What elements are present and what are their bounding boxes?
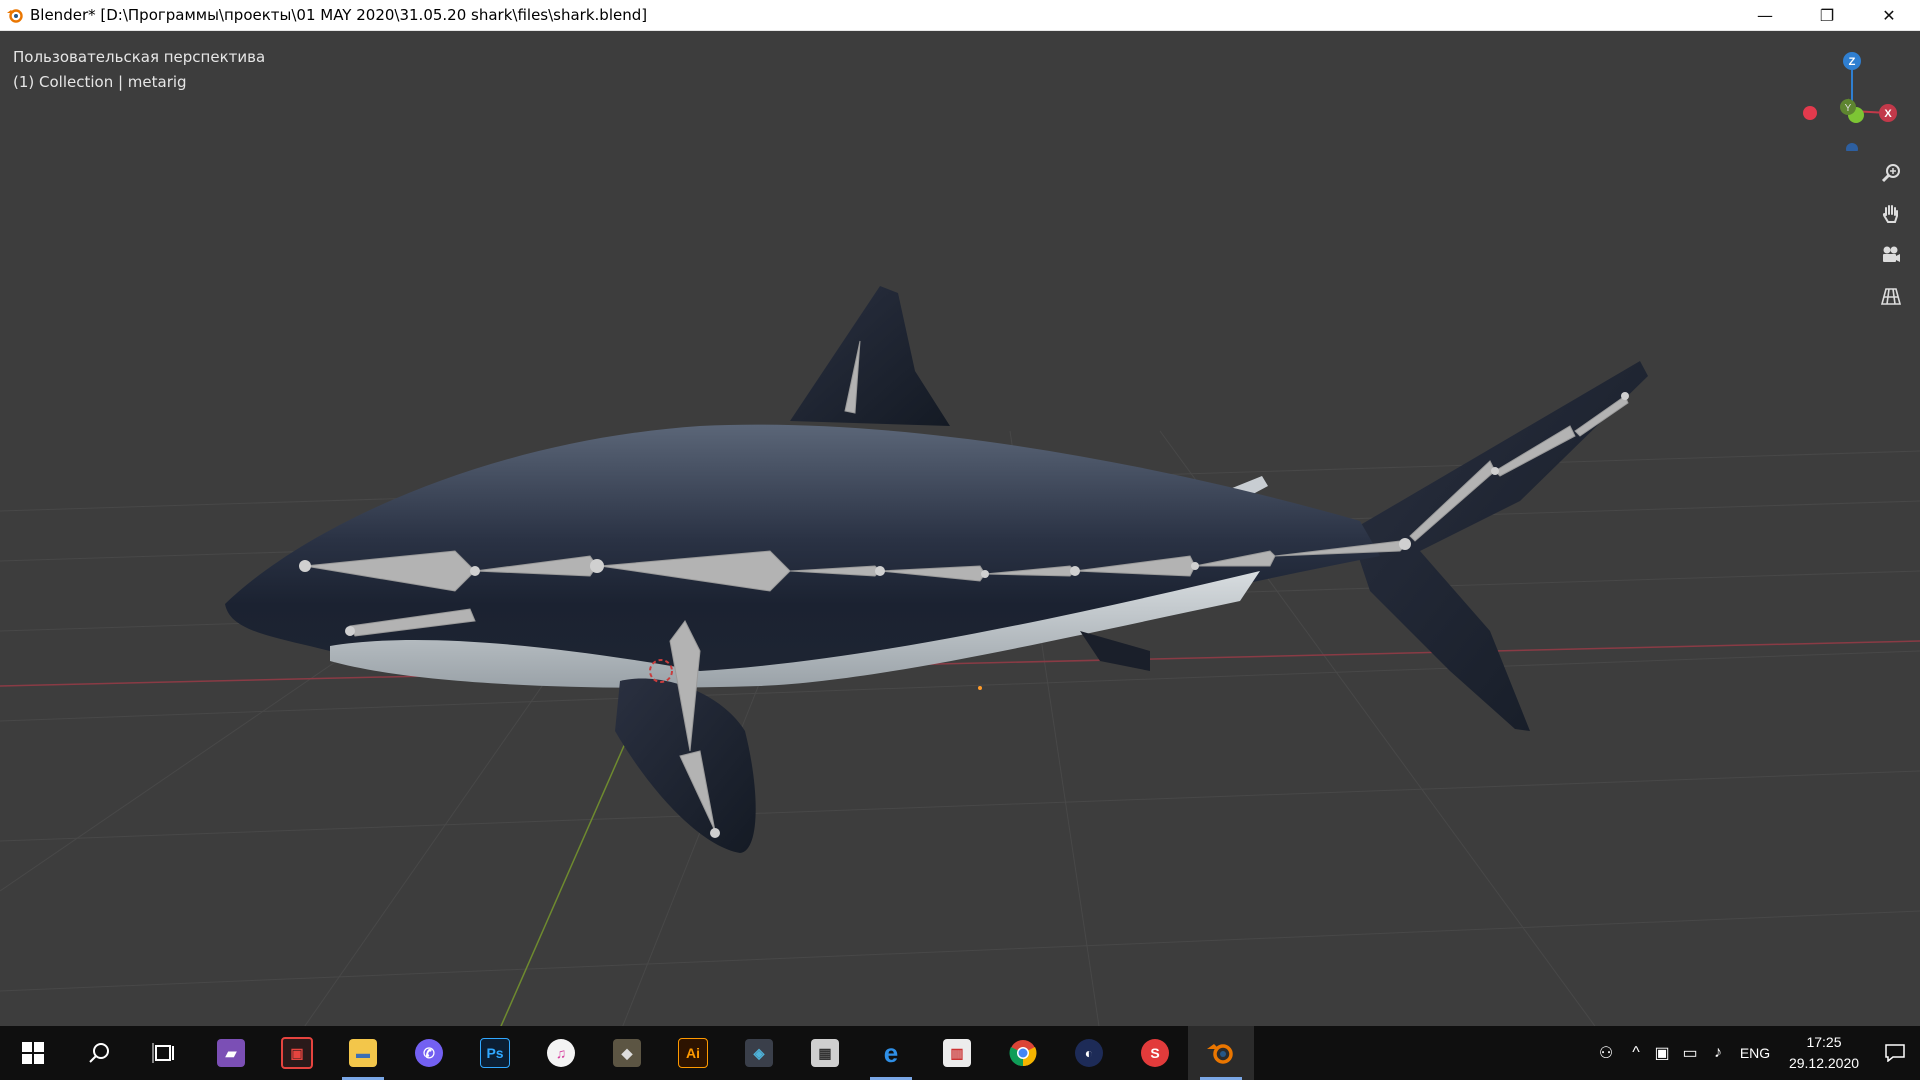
taskbar-layers-app[interactable]: ◈ [726, 1026, 792, 1080]
security-icon[interactable]: ▣ [1648, 1043, 1676, 1063]
taskbar-chrome[interactable] [990, 1026, 1056, 1080]
search-icon [89, 1043, 109, 1063]
task-view-button[interactable] [132, 1026, 198, 1080]
taskbar-blender[interactable] [1188, 1026, 1254, 1080]
svg-text:X: X [1884, 108, 1892, 120]
app-icon: ▣ [281, 1037, 313, 1069]
language-indicator[interactable]: ENG [1732, 1045, 1778, 1061]
taskbar-app-3[interactable]: ▦ [792, 1026, 858, 1080]
clock-date: 29.12.2020 [1788, 1055, 1860, 1071]
collection-info-label: (1) Collection | metarig [13, 73, 187, 91]
taskbar-app-1[interactable]: ▰ [198, 1026, 264, 1080]
people-icon[interactable]: ⚇ [1588, 1043, 1624, 1063]
navigation-gizmo[interactable]: Z X Y [1790, 41, 1900, 155]
cinema4d-icon: ◐ [1075, 1039, 1103, 1067]
taskbar-viber[interactable]: ✆ [396, 1026, 462, 1080]
taskbar-itunes[interactable]: ♫ [528, 1026, 594, 1080]
zoom-icon[interactable] [1876, 158, 1906, 188]
taskbar-cinema4d[interactable]: ◐ [1056, 1026, 1122, 1080]
viewport-info: Пользовательская перспектива (1) Collect… [13, 45, 265, 95]
file-explorer-icon: ▬ [349, 1039, 377, 1067]
volume-icon[interactable]: ♪ [1704, 1044, 1732, 1062]
illustrator-icon: Ai [678, 1038, 708, 1068]
taskbar-app-5[interactable]: S [1122, 1026, 1188, 1080]
windows-start-icon [22, 1042, 44, 1064]
grid-perspective-icon[interactable] [1876, 281, 1906, 311]
itunes-icon: ♫ [547, 1039, 575, 1067]
window-title: Blender* [D:\Программы\проекты\01 MAY 20… [30, 6, 648, 24]
view-name-label: Пользовательская перспектива [13, 48, 266, 66]
svg-text:Y: Y [1845, 103, 1852, 114]
taskbar-search-button[interactable] [66, 1026, 132, 1080]
app-icon: S [1141, 1039, 1169, 1067]
svg-text:Z: Z [1849, 56, 1856, 68]
taskbar-gimp[interactable]: ◆ [594, 1026, 660, 1080]
photoshop-icon: Ps [480, 1038, 510, 1068]
3d-viewport[interactable]: Пользовательская перспектива (1) Collect… [0, 31, 1920, 1033]
gimp-icon: ◆ [613, 1039, 641, 1067]
app-icon: ▥ [943, 1039, 971, 1067]
taskbar-app-4[interactable]: ▥ [924, 1026, 990, 1080]
blender-icon [0, 0, 30, 31]
edge-icon: e [883, 1037, 899, 1068]
system-tray: ⚇ ^ ▣ ▭ ♪ ENG 17:25 29.12.2020 [1588, 1026, 1920, 1080]
taskbar-file-explorer[interactable]: ▬ [330, 1026, 396, 1080]
task-view-icon [152, 1043, 174, 1063]
viewport-scene [0, 286, 1920, 1033]
restore-button[interactable]: ❐ [1796, 0, 1858, 31]
app-icon: ▰ [217, 1039, 245, 1067]
taskbar-edge[interactable]: e [858, 1026, 924, 1080]
hand-pan-icon[interactable] [1876, 199, 1906, 229]
chrome-icon [1009, 1040, 1037, 1067]
window-titlebar: Blender* [D:\Программы\проекты\01 MAY 20… [0, 0, 1920, 31]
taskbar-illustrator[interactable]: Ai [660, 1026, 726, 1080]
network-icon[interactable]: ▭ [1676, 1043, 1704, 1063]
viber-icon: ✆ [415, 1039, 443, 1067]
blender-icon [1207, 1044, 1233, 1064]
app-icon: ▦ [811, 1039, 839, 1067]
minimize-button[interactable]: — [1734, 0, 1796, 31]
clock[interactable]: 17:25 29.12.2020 [1778, 1032, 1870, 1074]
layers-app-icon: ◈ [745, 1039, 773, 1067]
shark-model[interactable] [225, 286, 1648, 853]
windows-start-button[interactable] [0, 1026, 66, 1080]
chevron-up-icon[interactable]: ^ [1624, 1044, 1648, 1062]
close-button[interactable]: ✕ [1858, 0, 1920, 31]
taskbar-photoshop[interactable]: Ps [462, 1026, 528, 1080]
camera-icon[interactable] [1876, 240, 1906, 270]
notification-icon[interactable] [1870, 1044, 1920, 1062]
clock-time: 17:25 [1806, 1034, 1842, 1050]
taskbar-app-2[interactable]: ▣ [264, 1026, 330, 1080]
windows-taskbar: ▰ ▣ ▬ ✆ Ps ♫ ◆ Ai ◈ ▦ e ▥ ◐ S ⚇ ^ ▣ ▭ ♪ … [0, 1026, 1920, 1080]
